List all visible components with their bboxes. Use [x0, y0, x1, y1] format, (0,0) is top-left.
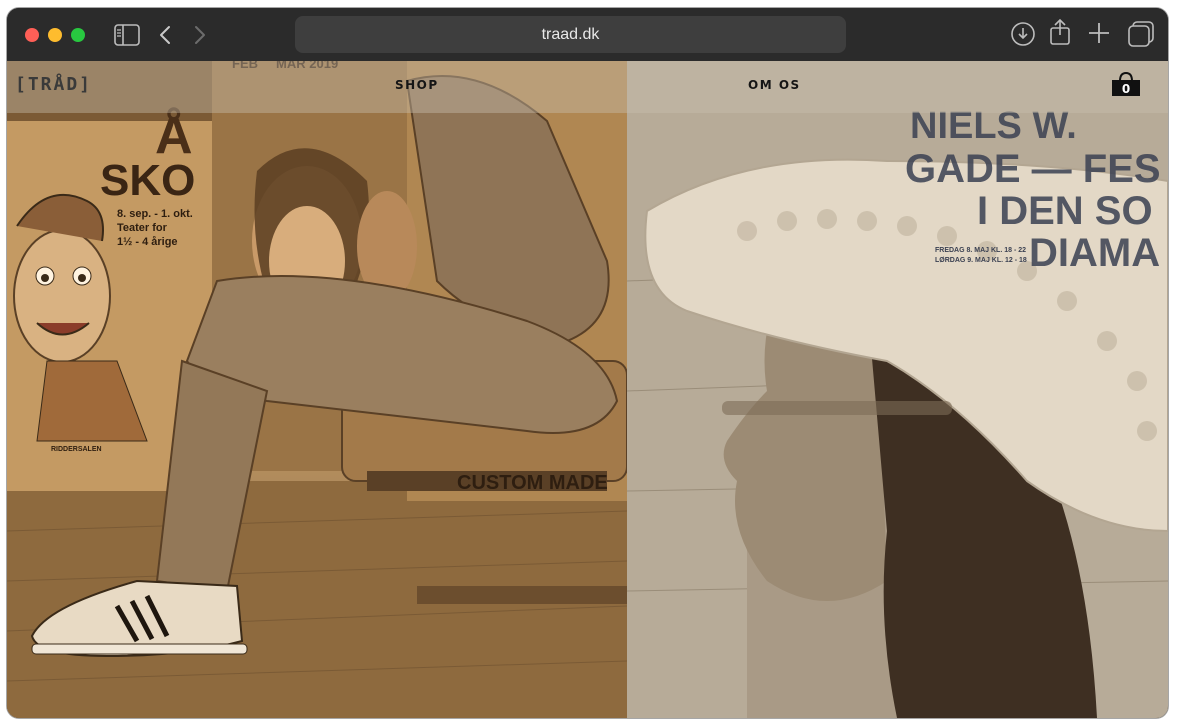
- back-icon[interactable]: [158, 25, 172, 45]
- nav-link-shop[interactable]: SHOP: [395, 78, 439, 92]
- download-icon[interactable]: [1010, 21, 1036, 47]
- shopping-bag-icon[interactable]: 0: [1110, 70, 1142, 103]
- poster-venue: RIDDERSALEN: [51, 446, 102, 453]
- web-page: Å SKO 8. sep. - 1. okt. Teater for 1½ - …: [7, 61, 1168, 718]
- poster-line-3: 1½ - 4 årige: [117, 236, 178, 248]
- poster-line-1: 8. sep. - 1. okt.: [117, 208, 193, 220]
- poster-line-2: Teater for: [117, 222, 167, 234]
- address-bar[interactable]: traad.dk: [295, 16, 846, 53]
- hero-photo-right[interactable]: NIELS W. GADE — FES I DEN SO DIAMA FREDA…: [627, 61, 1168, 718]
- poster-right-small-1: FREDAG 8. MAJ KL. 18 - 22: [935, 247, 1027, 254]
- minimize-window-button[interactable]: [48, 28, 62, 42]
- nav-link-om-os[interactable]: OM OS: [748, 78, 801, 92]
- poster-right-line-4: DIAMA: [1029, 231, 1161, 275]
- sidebar-icon[interactable]: [114, 24, 140, 46]
- new-tab-icon[interactable]: [1087, 21, 1111, 45]
- tab-overview-icon[interactable]: [1127, 20, 1155, 48]
- url-text: traad.dk: [541, 25, 600, 43]
- zoom-window-button[interactable]: [71, 28, 85, 42]
- poster-right-small-2: LØRDAG 9. MAJ KL. 12 - 18: [935, 257, 1027, 264]
- bench-sign: CUSTOM MADE: [457, 472, 608, 494]
- share-icon[interactable]: [1048, 18, 1072, 46]
- forward-icon[interactable]: [193, 25, 207, 45]
- site-header: [TRÅD] SHOP OM OS 0: [7, 61, 1168, 113]
- browser-toolbar: traad.dk: [7, 8, 1168, 61]
- poster-right-line-3: I DEN SO: [977, 189, 1153, 233]
- close-window-button[interactable]: [25, 28, 39, 42]
- hero-photo-left[interactable]: Å SKO 8. sep. - 1. okt. Teater for 1½ - …: [7, 61, 627, 718]
- poster-title: SKO: [100, 156, 196, 205]
- site-logo[interactable]: [TRÅD]: [15, 74, 92, 95]
- browser-window: traad.dk Å SKO 8. sep. - 1. okt. Teater …: [7, 8, 1168, 718]
- poster-right-line-2: GADE — FES: [905, 147, 1161, 191]
- cart-count: 0: [1121, 82, 1131, 96]
